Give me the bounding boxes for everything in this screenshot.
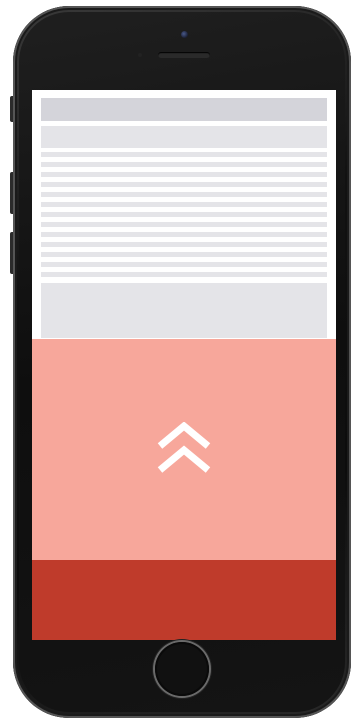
- home-button[interactable]: [155, 642, 209, 696]
- skeleton-image-block: [41, 283, 327, 338]
- skeleton-title-block: [41, 126, 327, 148]
- skeleton-text-line: [41, 272, 327, 277]
- phone-screen: [32, 90, 336, 640]
- pull-up-tray[interactable]: [32, 339, 336, 560]
- skeleton-text-line: [41, 162, 327, 167]
- bottom-bar[interactable]: [32, 560, 336, 640]
- skeleton-text-line: [41, 182, 327, 187]
- skeleton-text-line: [41, 242, 327, 247]
- skeleton-text-line: [41, 172, 327, 177]
- skeleton-header: [41, 98, 327, 121]
- skeleton-text-line: [41, 212, 327, 217]
- skeleton-text-line: [41, 222, 327, 227]
- skeleton-text-line: [41, 202, 327, 207]
- double-chevron-up-icon[interactable]: [155, 422, 213, 478]
- skeleton-text-line: [41, 152, 327, 157]
- skeleton-text-line: [41, 262, 327, 267]
- stage: [0, 0, 353, 720]
- skeleton-text-line: [41, 192, 327, 197]
- front-camera-icon: [181, 31, 188, 38]
- skeleton-text-line: [41, 232, 327, 237]
- proximity-sensor: [138, 53, 142, 57]
- earpiece-speaker: [158, 52, 210, 58]
- skeleton-text-line: [41, 252, 327, 257]
